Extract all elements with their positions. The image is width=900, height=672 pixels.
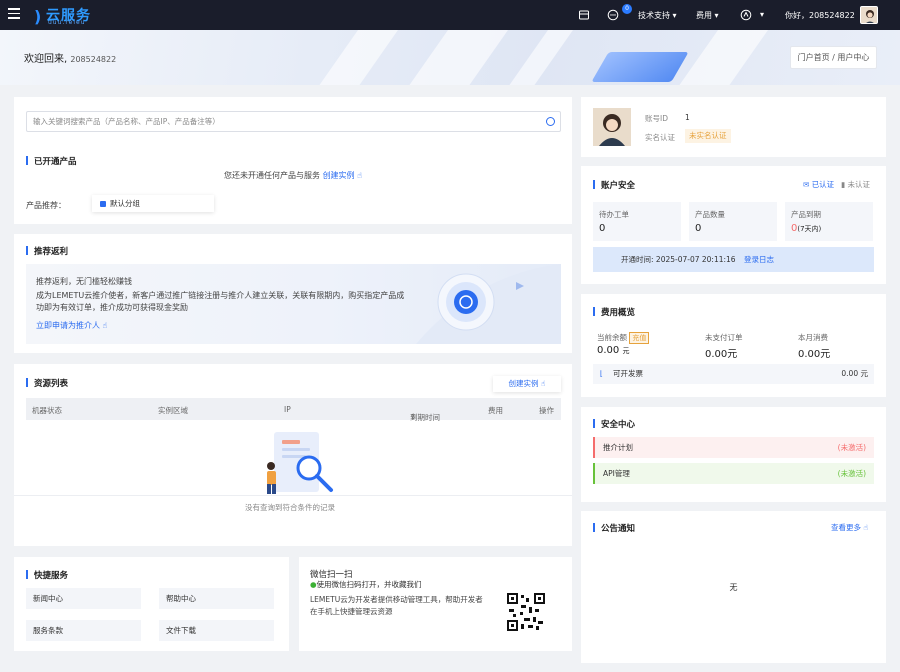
product-search-input[interactable] [27,112,527,131]
fee-menu[interactable]: 费用 ▾ [696,10,719,21]
welcome-banner: 欢迎回来, 208524822 [0,30,900,85]
quick-link-news[interactable]: 新闻中心 [26,588,141,609]
pointer-icon: ☝ [102,321,108,330]
chart-icon: ⌊ [600,369,603,378]
resource-list-card: 资源列表 创建实例 ☝ 机器状态 实例区域 IP 到期时间 ⇕ 费用 操作 没有… [14,364,572,546]
logo-subtext: uuu.releu [48,19,86,26]
welcome-text: 欢迎回来, 208524822 [24,54,117,65]
support-menu[interactable]: 技术支持 ▾ [638,10,677,21]
phone-verify-status: ▮ 未认证 [841,180,871,189]
chevron-down-icon: ▾ [672,11,677,20]
invoice-row[interactable]: ⌊ 可开发票 0.00 元 [593,364,874,384]
decorative-cube [591,52,689,82]
view-more-link[interactable]: 查看更多 ☝ [831,522,868,533]
quick-link-terms[interactable]: 服务条款 [26,620,141,641]
account-security-card: 账户安全 ✉ 已认证 ▮ 未认证 待办工单 0 产品数量 0 产品到期 0(7天… [581,166,886,284]
rebate-card: 推荐返利 推荐返利，无门槛轻松赚钱 成为LEMETU云推介使者，新客户通过推广链… [14,234,572,353]
stat-tickets[interactable]: 待办工单 0 [593,202,681,241]
message-badge: 0 [622,4,632,14]
section-title: 账户安全 [593,179,635,191]
api-management-row[interactable]: API管理 (未激活) [593,463,874,484]
fee-overview-card: 费用概览 当前余额 充值 0.00 元 未支付订单 0.00元 本月消费 0.0… [581,294,886,397]
quick-services-card: 快捷服务 新闻中心 帮助中心 服务条款 文件下载 [14,557,289,651]
recharge-button[interactable]: 充值 [629,332,650,344]
stat-products[interactable]: 产品数量 0 [689,202,777,241]
phone-icon: ▮ [841,180,846,189]
account-card: 账号ID 1 实名认证 未实名认证 [581,97,886,157]
section-title: 公告通知 [593,522,635,534]
referral-plan-row[interactable]: 推介计划 (未激活) [593,437,874,458]
month-spend-label: 本月消费 [798,333,828,342]
section-title: 快捷服务 [26,569,68,581]
account-id-label: 账号ID [645,114,668,123]
chevron-down-icon[interactable]: ▾ [760,10,764,19]
safety-center-card: 安全中心 推介计划 (未激活) API管理 (未激活) [581,407,886,502]
qr-code-icon [507,593,545,631]
product-search [26,111,561,132]
section-title: 已开通产品 [26,155,77,167]
column-header: 操作 [539,406,554,415]
breadcrumb-home[interactable]: 门户首页 [798,53,830,62]
user-greeting[interactable]: 你好，208524822 [785,10,855,21]
sort-icon: ⇕ [410,412,417,421]
unpaid-label: 未支付订单 [705,333,743,342]
recommend-label: 产品推荐： [26,201,66,210]
top-navbar: ) 云服务 uuu.releu 0 技术支持 ▾ 费用 ▾ ▾ 你好，20852… [0,0,900,30]
verify-label: 实名认证 [645,133,675,142]
create-instance-link[interactable]: 创建实例 [323,171,355,180]
balance-value: 0.00 元 [597,345,630,356]
column-header: IP [284,405,291,414]
empty-products-hint: 您还未开通任何产品与服务 创建实例 ☝ [224,171,362,180]
message-icon[interactable] [607,9,619,21]
pointer-icon: ☝ [863,523,868,532]
avatar[interactable] [860,6,878,24]
pointer-icon: ☝ [357,171,362,180]
login-log-link[interactable]: 登录日志 [744,255,774,264]
wechat-card: 微信扫一扫 ●使用微信扫码打开，并收藏我们 LEMETU云为开发者提供移动管理工… [299,557,572,651]
products-card: 已开通产品 您还未开通任何产品与服务 创建实例 ☝ 产品推荐： 默认分组 [14,97,572,224]
unpaid-value[interactable]: 0.00元 [705,345,737,360]
rebate-description: 成为LEMETU云推介使者，新客户通过推广链接注册与推介人建立关联，关联有限期内… [36,291,405,312]
group-chip[interactable]: 默认分组 [92,195,214,212]
month-spend-value: 0.00元 [798,349,831,360]
section-title: 推荐返利 [26,245,68,257]
section-title: 资源列表 [26,377,68,389]
hamburger-menu-icon[interactable] [8,8,20,20]
rebate-banner: 推荐返利，无门槛轻松赚钱 成为LEMETU云推介使者，新客户通过推广链接注册与推… [26,264,561,344]
balance-label: 当前余额 充值 [597,332,650,344]
column-header: 费用 [488,406,503,415]
account-id-value: 1 [685,113,690,122]
rebate-headline: 推荐返利，无门槛轻松赚钱 [36,277,132,286]
notice-card: 公告通知 查看更多 ☝ 无 [581,511,886,663]
refresh-icon[interactable] [546,117,555,126]
breadcrumb-current: 用户中心 [837,53,870,62]
quick-link-downloads[interactable]: 文件下载 [159,620,274,641]
apply-referrer-link[interactable]: 立即申请为推介人 ☝ [36,320,107,331]
email-verify-status: ✉ 已认证 [803,180,835,189]
wechat-description: LEMETU云为开发者提供移动管理工具，帮助开发者在手机上快捷管理云资源 [310,595,483,616]
resource-table-header: 机器状态 实例区域 IP 到期时间 ⇕ 费用 操作 [26,398,561,422]
verify-status-badge[interactable]: 未实名认证 [685,129,731,143]
email-icon: ✉ [803,180,810,189]
rebate-illustration [416,264,561,344]
section-title: 费用概览 [593,306,635,318]
empty-table-text: 没有查询到符合条件的记录 [245,503,335,512]
stat-expiring[interactable]: 产品到期 0(7天内) [785,202,873,241]
cart-icon[interactable] [578,9,590,21]
create-instance-button[interactable]: 创建实例 ☝ [493,376,561,392]
open-time-bar: 开通时间: 2025-07-07 20:11:16 登录日志 [593,247,874,272]
breadcrumb: 门户首页 / 用户中心 [790,46,877,69]
logo-bracket-icon: ) [34,7,42,26]
column-header: 机器状态 [32,406,62,415]
column-header: 实例区域 [158,406,188,415]
wechat-subtitle: ●使用微信扫码打开，并收藏我们 [310,580,422,589]
chevron-down-icon: ▾ [714,11,719,20]
section-title: 安全中心 [593,418,635,430]
theme-icon[interactable] [740,9,752,21]
notice-empty: 无 [729,583,738,592]
quick-link-help[interactable]: 帮助中心 [159,588,274,609]
pointer-icon: ☝ [540,379,546,388]
avatar[interactable] [593,108,631,146]
empty-state-illustration [267,432,333,494]
